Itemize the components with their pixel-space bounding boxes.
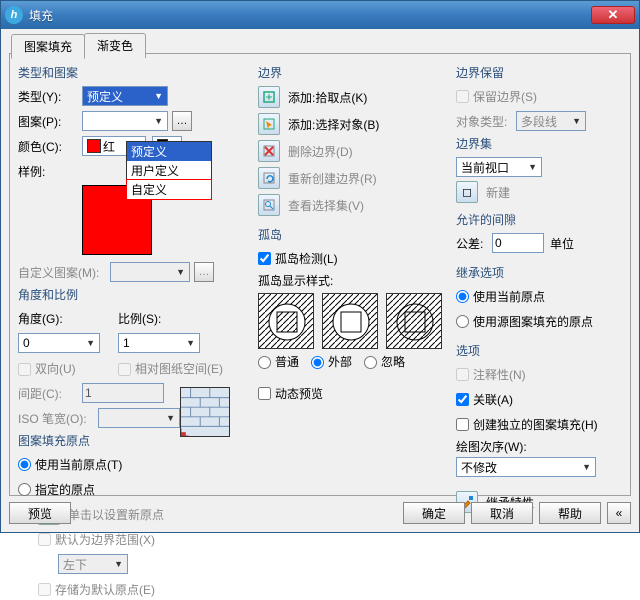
angle-input[interactable]: 0▼ xyxy=(18,333,100,353)
titlebar: h 填充 ✕ xyxy=(1,1,639,29)
footer: 预览 确定 取消 帮助 « xyxy=(9,502,631,524)
type-option-predefined[interactable]: 预定义 xyxy=(127,142,211,161)
angle-label: 角度(G): xyxy=(18,312,63,326)
sample-label: 样例: xyxy=(18,163,82,180)
pattern-label: 图案(P): xyxy=(18,113,82,130)
remove-boundary-button[interactable] xyxy=(258,140,280,162)
island-ignore-radio[interactable]: 忽略 xyxy=(364,353,405,370)
add-select-obj-button[interactable] xyxy=(258,113,280,135)
color-label: 颜色(C): xyxy=(18,138,82,155)
pattern-browse-button[interactable]: … xyxy=(172,111,192,131)
object-type-label: 对象类型: xyxy=(456,113,516,130)
new-boundary-set-button[interactable]: ◻ xyxy=(456,181,478,203)
scale-label: 比例(S): xyxy=(118,312,161,326)
close-button[interactable]: ✕ xyxy=(591,6,635,24)
collapse-button[interactable]: « xyxy=(607,502,631,524)
window-title: 填充 xyxy=(29,7,53,24)
section-inherit-options: 继承选项 xyxy=(456,264,622,281)
cancel-button[interactable]: 取消 xyxy=(471,502,533,524)
section-islands: 孤岛 xyxy=(258,226,448,243)
main-panel: 类型和图案 类型(Y): 预定义▼ 预定义 用户定义 自定义 图案(P): xyxy=(9,53,631,496)
store-default-checkbox: 存储为默认原点(E) xyxy=(18,578,252,600)
section-angle-scale: 角度和比例 xyxy=(18,286,252,303)
tab-gradient[interactable]: 渐变色 xyxy=(84,33,146,58)
default-extents-checkbox: 默认为边界范围(X) xyxy=(18,528,252,550)
retain-boundary-checkbox: 保留边界(S) xyxy=(456,85,622,107)
section-gap-tolerance: 允许的间隙 xyxy=(456,211,622,228)
spacing-label: 间距(C): xyxy=(18,385,82,402)
section-boundary: 边界 xyxy=(258,64,448,81)
associative-checkbox[interactable]: 关联(A) xyxy=(456,388,622,410)
island-style-normal[interactable] xyxy=(258,293,314,349)
type-option-user[interactable]: 用户定义 xyxy=(127,161,211,180)
section-boundary-retain: 边界保留 xyxy=(456,64,622,81)
object-type-select: 多段线▼ xyxy=(516,111,586,131)
island-detect-checkbox[interactable]: 孤岛检测(L) xyxy=(258,247,448,269)
new-boundary-label: 新建 xyxy=(486,184,510,201)
custom-pattern-label: 自定义图案(M): xyxy=(18,264,110,281)
type-dropdown-list[interactable]: 预定义 用户定义 自定义 xyxy=(126,141,212,200)
add-select-obj-label: 添加:选择对象(B) xyxy=(288,116,448,133)
tolerance-input[interactable] xyxy=(492,233,544,253)
island-style-ignore[interactable] xyxy=(386,293,442,349)
double-checkbox: 双向(U) xyxy=(18,360,118,377)
add-pick-point-label: 添加:拾取点(K) xyxy=(288,89,448,106)
spacing-input xyxy=(82,383,164,403)
preview-button[interactable]: 预览 xyxy=(9,502,71,524)
recreate-boundary-label: 重新创建边界(R) xyxy=(288,170,448,187)
remove-boundary-label: 删除边界(D) xyxy=(288,143,448,160)
specified-origin-radio[interactable]: 指定的原点 xyxy=(18,478,252,500)
type-label: 类型(Y): xyxy=(18,88,82,105)
view-selection-label: 查看选择集(V) xyxy=(288,197,448,214)
unit-label: 单位 xyxy=(550,235,574,252)
iso-pen-label: ISO 笔宽(O): xyxy=(18,410,98,427)
app-icon: h xyxy=(5,6,23,24)
iso-pen-select: ▼ xyxy=(98,408,180,428)
extents-pos-select: 左下▼ xyxy=(58,554,128,574)
island-outer-radio[interactable]: 外部 xyxy=(311,353,352,370)
inherit-current-radio[interactable]: 使用当前原点 xyxy=(456,285,622,307)
type-option-custom[interactable]: 自定义 xyxy=(126,179,212,200)
view-selection-button[interactable] xyxy=(258,194,280,216)
scale-input[interactable]: 1▼ xyxy=(118,333,200,353)
help-button[interactable]: 帮助 xyxy=(539,502,601,524)
custom-pattern-browse: … xyxy=(194,262,214,282)
draw-order-select[interactable]: 不修改▼ xyxy=(456,457,596,477)
island-style-outer[interactable] xyxy=(322,293,378,349)
add-pick-point-button[interactable] xyxy=(258,86,280,108)
paper-checkbox: 相对图纸空间(E) xyxy=(118,360,223,377)
origin-preview xyxy=(180,387,230,437)
type-select[interactable]: 预定义▼ xyxy=(82,86,168,106)
section-boundary-set: 边界集 xyxy=(456,135,622,152)
draw-order-label: 绘图次序(W): xyxy=(456,438,622,455)
section-options: 选项 xyxy=(456,342,622,359)
island-style-label: 孤岛显示样式: xyxy=(258,272,448,289)
island-normal-radio[interactable]: 普通 xyxy=(258,353,299,370)
dialog-window: h 填充 ✕ 图案填充 渐变色 类型和图案 类型(Y): 预定义▼ xyxy=(0,0,640,533)
inherit-source-radio[interactable]: 使用源图案填充的原点 xyxy=(456,310,622,332)
custom-pattern-select: ▼ xyxy=(110,262,190,282)
independent-checkbox[interactable]: 创建独立的图案填充(H) xyxy=(456,413,622,435)
annotative-checkbox: 注释性(N) xyxy=(456,363,622,385)
tolerance-label: 公差: xyxy=(456,235,492,252)
pattern-select[interactable]: ▼ xyxy=(82,111,168,131)
section-type-pattern: 类型和图案 xyxy=(18,64,252,81)
tab-pattern-fill[interactable]: 图案填充 xyxy=(11,34,85,59)
boundary-set-select[interactable]: 当前视口▼ xyxy=(456,157,542,177)
use-current-origin-radio[interactable]: 使用当前原点(T) xyxy=(18,453,252,475)
recreate-boundary-button[interactable] xyxy=(258,167,280,189)
ok-button[interactable]: 确定 xyxy=(403,502,465,524)
dynamic-preview-checkbox[interactable]: 动态预览 xyxy=(258,382,448,404)
